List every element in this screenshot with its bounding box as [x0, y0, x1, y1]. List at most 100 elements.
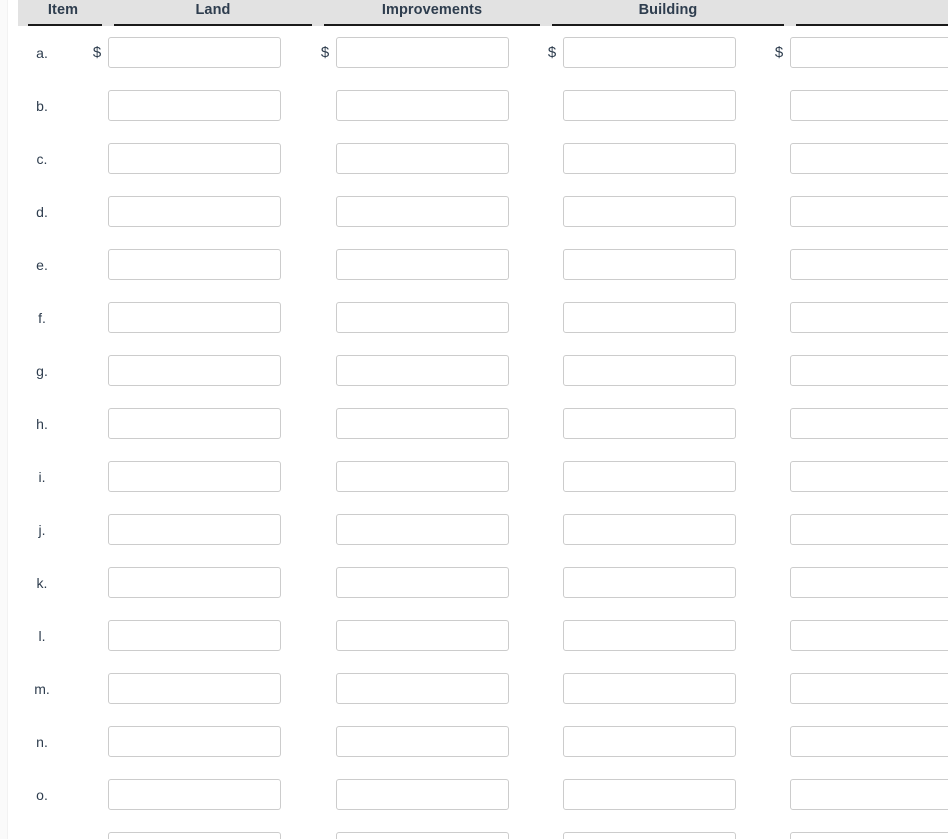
amount-input-land-row-l[interactable] — [108, 620, 281, 651]
table-row: o. $ $ $ $ — [0, 768, 948, 821]
amount-input-improvements-row-h[interactable] — [336, 408, 509, 439]
amount-input-column-5-row-g[interactable] — [790, 355, 948, 386]
amount-input-column-5-row-f[interactable] — [790, 302, 948, 333]
row-input-cell: $ — [768, 503, 948, 556]
row-item-label: b. — [36, 97, 48, 114]
row-item-cell: c. — [0, 132, 84, 185]
amount-input-land-row-o[interactable] — [108, 779, 281, 810]
amount-input-building-row-m[interactable] — [563, 673, 736, 704]
amount-input-column-5-row-c[interactable] — [790, 143, 948, 174]
amount-input-column-5-row-k[interactable] — [790, 567, 948, 598]
amount-input-improvements-row-c[interactable] — [336, 143, 509, 174]
amount-input-improvements-row-e[interactable] — [336, 249, 509, 280]
amount-input-building-row-o[interactable] — [563, 779, 736, 810]
amount-input-improvements-row-k[interactable] — [336, 567, 509, 598]
row-input-cell: $ — [86, 397, 281, 450]
amount-input-building-row-a[interactable] — [563, 37, 736, 68]
row-input-cell: $ — [86, 662, 281, 715]
amount-input-land-row-c[interactable] — [108, 143, 281, 174]
column-header-improvements-label: Improvements — [381, 2, 483, 18]
amount-input-improvements-row-l[interactable] — [336, 620, 509, 651]
row-input-cell: $ — [314, 344, 509, 397]
amount-input-column-5-row-p[interactable] — [790, 832, 948, 839]
amount-input-column-5-row-m[interactable] — [790, 673, 948, 704]
row-input-cell: $ — [86, 79, 281, 132]
amount-input-land-row-j[interactable] — [108, 514, 281, 545]
amount-input-column-5-row-d[interactable] — [790, 196, 948, 227]
amount-input-building-row-n[interactable] — [563, 726, 736, 757]
amount-input-column-5-row-j[interactable] — [790, 514, 948, 545]
column-header-item-label: Item — [47, 2, 79, 18]
amount-input-land-row-f[interactable] — [108, 302, 281, 333]
amount-input-land-row-a[interactable] — [108, 37, 281, 68]
amount-input-land-row-m[interactable] — [108, 673, 281, 704]
row-item-label: n. — [36, 733, 48, 750]
row-item-cell: f. — [0, 291, 84, 344]
amount-input-building-row-d[interactable] — [563, 196, 736, 227]
amount-input-building-row-h[interactable] — [563, 408, 736, 439]
amount-input-building-row-b[interactable] — [563, 90, 736, 121]
row-input-cell: $ — [541, 238, 736, 291]
amount-input-land-row-g[interactable] — [108, 355, 281, 386]
amount-input-building-row-g[interactable] — [563, 355, 736, 386]
amount-input-improvements-row-d[interactable] — [336, 196, 509, 227]
row-input-cell: $ — [314, 397, 509, 450]
currency-symbol: $ — [547, 44, 557, 61]
amount-input-column-5-row-o[interactable] — [790, 779, 948, 810]
row-input-cell: $ — [86, 503, 281, 556]
amount-input-improvements-row-m[interactable] — [336, 673, 509, 704]
amount-input-improvements-row-o[interactable] — [336, 779, 509, 810]
amount-input-building-row-j[interactable] — [563, 514, 736, 545]
amount-input-building-row-l[interactable] — [563, 620, 736, 651]
amount-input-improvements-row-f[interactable] — [336, 302, 509, 333]
amount-input-column-5-row-n[interactable] — [790, 726, 948, 757]
amount-input-column-5-row-e[interactable] — [790, 249, 948, 280]
row-input-cell: $ — [768, 450, 948, 503]
amount-input-land-row-b[interactable] — [108, 90, 281, 121]
amount-input-improvements-row-p[interactable] — [336, 832, 509, 839]
row-input-cell: $ — [314, 132, 509, 185]
row-item-label: k. — [36, 574, 48, 591]
amount-input-building-row-k[interactable] — [563, 567, 736, 598]
row-input-cell: $ — [86, 715, 281, 768]
row-input-cell: $ — [314, 609, 509, 662]
amount-input-improvements-row-a[interactable] — [336, 37, 509, 68]
amount-input-land-row-e[interactable] — [108, 249, 281, 280]
amount-input-land-row-p[interactable] — [108, 832, 281, 839]
amount-input-column-5-row-a[interactable] — [790, 37, 948, 68]
amount-input-building-row-c[interactable] — [563, 143, 736, 174]
column-header-land: Land — [108, 0, 318, 26]
row-input-cell: $ — [314, 662, 509, 715]
amount-input-building-row-f[interactable] — [563, 302, 736, 333]
amount-input-improvements-row-g[interactable] — [336, 355, 509, 386]
amount-input-improvements-row-b[interactable] — [336, 90, 509, 121]
table-row: b. $ $ $ $ — [0, 79, 948, 132]
amount-input-improvements-row-n[interactable] — [336, 726, 509, 757]
amount-input-column-5-row-h[interactable] — [790, 408, 948, 439]
amount-input-building-row-e[interactable] — [563, 249, 736, 280]
row-input-cell: $ — [768, 132, 948, 185]
row-item-cell: d. — [0, 185, 84, 238]
amount-input-land-row-k[interactable] — [108, 567, 281, 598]
amount-input-land-row-n[interactable] — [108, 726, 281, 757]
row-input-cell: $ — [768, 715, 948, 768]
row-item-cell: h. — [0, 397, 84, 450]
amount-input-improvements-row-i[interactable] — [336, 461, 509, 492]
row-input-cell: $ — [541, 26, 736, 79]
row-input-cell: $ — [314, 79, 509, 132]
amount-input-building-row-i[interactable] — [563, 461, 736, 492]
row-input-cell: $ — [86, 132, 281, 185]
amount-input-column-5-row-b[interactable] — [790, 90, 948, 121]
amount-input-land-row-i[interactable] — [108, 461, 281, 492]
row-input-cell: $ — [541, 397, 736, 450]
amount-input-land-row-h[interactable] — [108, 408, 281, 439]
row-input-cell: $ — [86, 185, 281, 238]
amount-input-land-row-d[interactable] — [108, 196, 281, 227]
amount-input-column-5-row-l[interactable] — [790, 620, 948, 651]
amount-input-column-5-row-i[interactable] — [790, 461, 948, 492]
table-header-row: Item Land Improvements Building — [18, 0, 948, 26]
amount-input-improvements-row-j[interactable] — [336, 514, 509, 545]
amount-input-building-row-p[interactable] — [563, 832, 736, 839]
column-header-item: Item — [18, 0, 108, 26]
row-input-cell: $ — [541, 132, 736, 185]
